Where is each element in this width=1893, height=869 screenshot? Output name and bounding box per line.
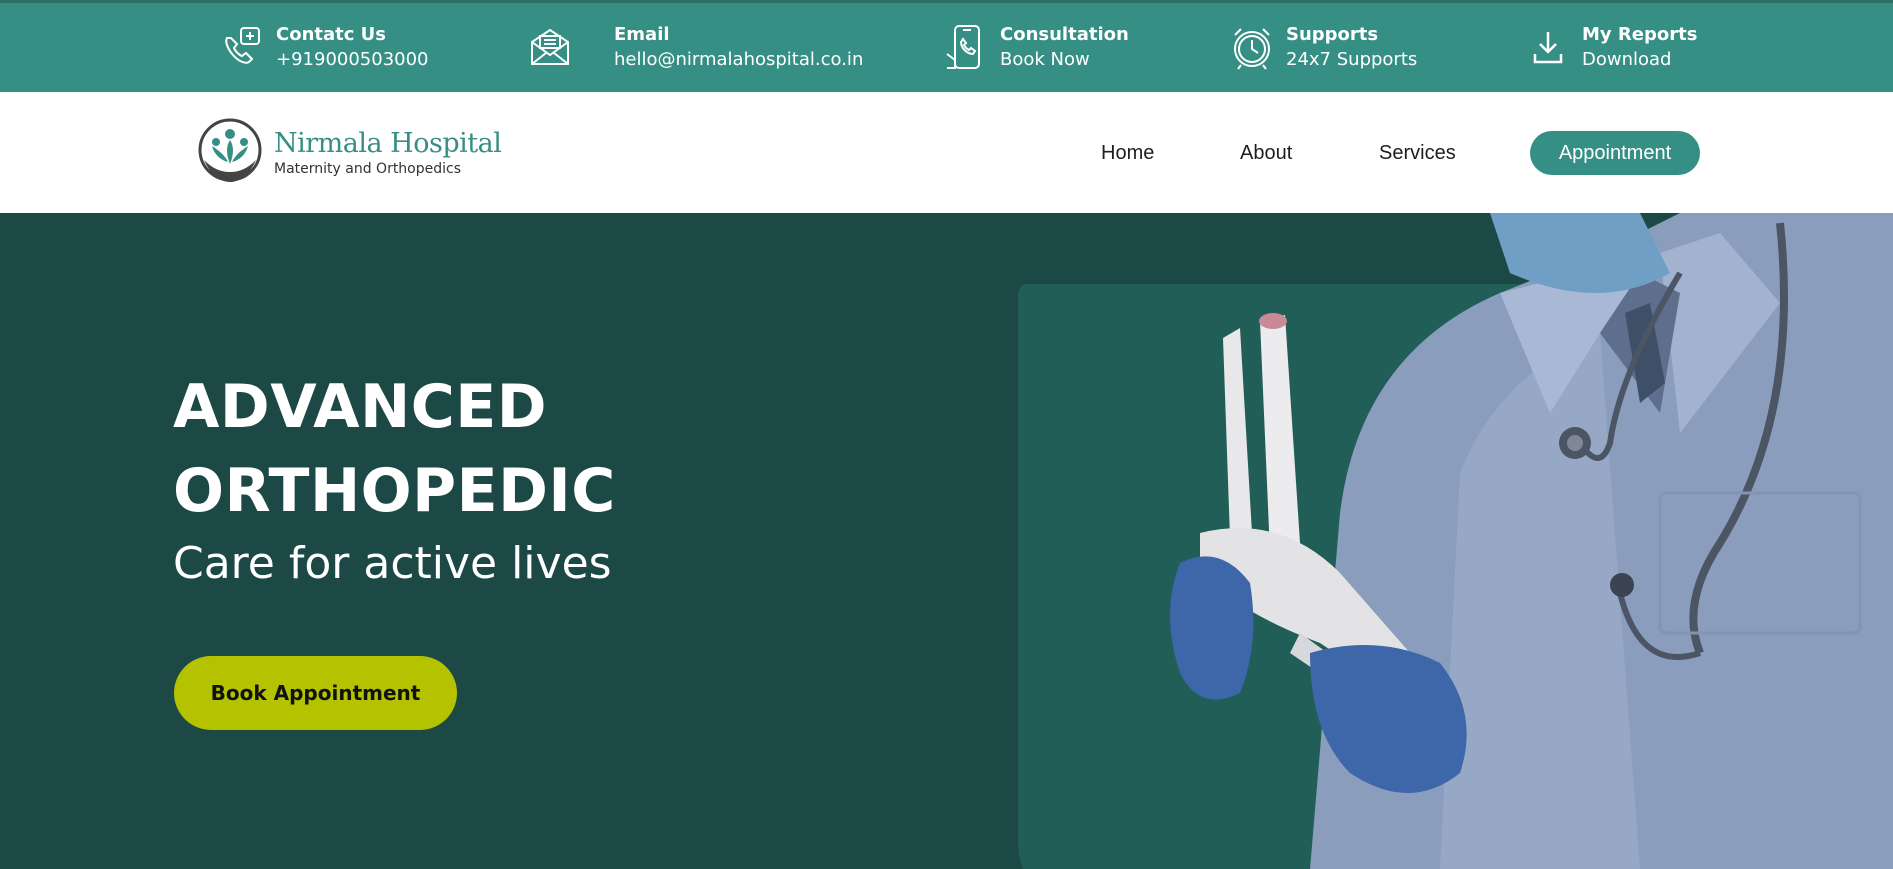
hospital-name: Nirmala Hospital	[274, 127, 502, 159]
top-info-bar: Contatc Us +919000503000 Email hello@nir…	[0, 0, 1893, 92]
nav-services[interactable]: Services	[1379, 142, 1456, 165]
email-title: Email	[614, 24, 670, 45]
alarm-clock-icon	[1228, 21, 1276, 73]
hospital-logo[interactable]: Nirmala Hospital Maternity and Orthopedi…	[198, 116, 502, 188]
doctor-holding-foot-skeleton-image	[1170, 213, 1893, 869]
reports-info[interactable]: My Reports Download	[1524, 21, 1697, 73]
appointment-button[interactable]: Appointment	[1530, 131, 1700, 175]
email-address[interactable]: hello@nirmalahospital.co.in	[614, 47, 863, 72]
consultation-book-now[interactable]: Book Now	[1000, 47, 1129, 72]
reports-title: My Reports	[1582, 24, 1698, 45]
hero-section: ADVANCED ORTHOPEDIC Care for active live…	[0, 213, 1893, 869]
supports-info[interactable]: Supports 24x7 Supports	[1228, 21, 1417, 73]
phone-medical-icon	[218, 21, 266, 73]
book-appointment-button[interactable]: Book Appointment	[174, 656, 457, 730]
consultation-info[interactable]: Consultation Book Now	[942, 21, 1129, 73]
contact-info[interactable]: Contatc Us +919000503000	[218, 21, 429, 73]
hospital-tagline: Maternity and Orthopedics	[274, 160, 462, 177]
consultation-title: Consultation	[1000, 24, 1129, 45]
contact-phone[interactable]: +919000503000	[276, 47, 429, 72]
envelope-icon	[526, 21, 574, 73]
download-icon	[1524, 21, 1572, 73]
contact-title: Contatc Us	[276, 24, 387, 45]
nav-home[interactable]: Home	[1101, 142, 1154, 165]
hero-title: ADVANCED ORTHOPEDIC	[173, 365, 616, 533]
supports-value: 24x7 Supports	[1286, 49, 1418, 70]
reports-download[interactable]: Download	[1582, 47, 1697, 72]
nav-about[interactable]: About	[1240, 142, 1292, 165]
supports-title: Supports	[1286, 24, 1379, 45]
hero-title-line-1: ADVANCED	[173, 372, 548, 442]
main-navbar: Nirmala Hospital Maternity and Orthopedi…	[0, 92, 1893, 213]
hero-title-line-2: ORTHOPEDIC	[173, 456, 616, 526]
mobile-phone-icon	[942, 21, 990, 73]
email-info[interactable]: Email hello@nirmalahospital.co.in	[526, 21, 863, 73]
hospital-logo-icon	[198, 118, 262, 182]
hero-subtitle: Care for active lives	[173, 538, 612, 589]
